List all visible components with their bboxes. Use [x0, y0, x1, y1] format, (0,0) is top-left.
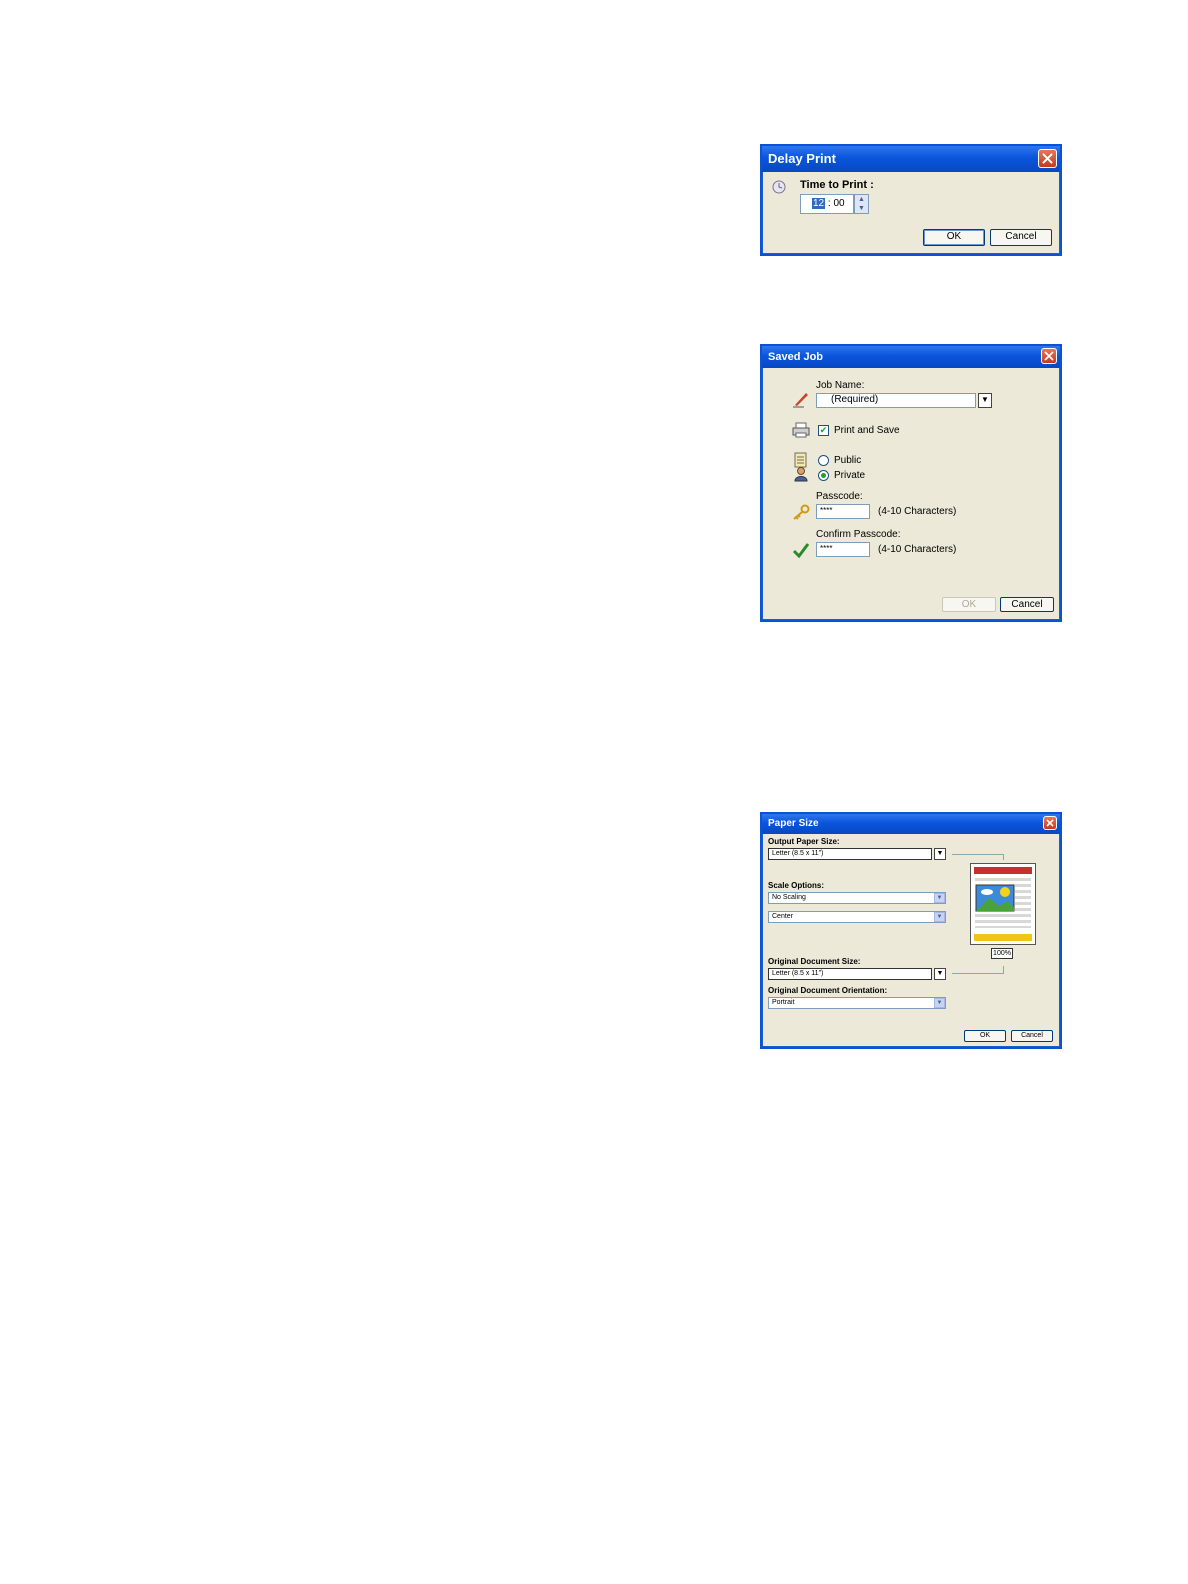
- paper-size-dialog: Paper Size Output Paper Size: Letter (8.…: [760, 812, 1062, 1049]
- time-to-print-label: Time to Print :: [800, 179, 874, 191]
- original-document-size-value: Letter (8.5 x 11"): [772, 970, 824, 977]
- passcode-hint: (4-10 Characters): [878, 506, 957, 517]
- public-label: Public: [834, 455, 862, 466]
- saved-job-title: Saved Job: [768, 351, 824, 363]
- private-label: Private: [834, 470, 866, 481]
- time-separator: :: [827, 198, 831, 209]
- clock-icon: [772, 180, 786, 194]
- page-preview: [970, 863, 1036, 945]
- scale-options-select[interactable]: No Scaling: [768, 892, 946, 904]
- scale-options-label: Scale Options:: [768, 881, 825, 890]
- spin-down-icon[interactable]: ▼: [855, 204, 868, 213]
- close-button[interactable]: [1043, 816, 1057, 830]
- delay-print-title: Delay Print: [768, 151, 836, 166]
- original-document-size-label: Original Document Size:: [768, 957, 861, 966]
- orientation-dropdown[interactable]: ▼: [934, 998, 945, 1008]
- passcode-input[interactable]: ****: [816, 504, 870, 519]
- public-radio[interactable]: [818, 455, 829, 466]
- hour-field[interactable]: 12: [812, 198, 826, 209]
- scale-options-value: No Scaling: [772, 894, 806, 901]
- saved-job-titlebar: Saved Job: [762, 346, 1060, 368]
- cancel-button[interactable]: Cancel: [990, 229, 1052, 246]
- key-icon: [792, 504, 810, 520]
- chevron-down-icon: ▼: [936, 1000, 943, 1006]
- original-document-size-select[interactable]: Letter (8.5 x 11"): [768, 968, 932, 980]
- position-value: Center: [772, 913, 794, 920]
- original-document-orientation-label: Original Document Orientation:: [768, 986, 888, 995]
- confirm-passcode-label: Confirm Passcode:: [816, 529, 901, 540]
- output-connector-line: [952, 854, 1004, 855]
- passcode-label: Passcode:: [816, 491, 863, 502]
- job-name-input[interactable]: (Required): [816, 393, 976, 408]
- zoom-value: 100%: [993, 950, 1011, 957]
- close-icon: [1044, 351, 1054, 361]
- close-button[interactable]: [1041, 348, 1057, 364]
- user-icon: [794, 466, 808, 482]
- delay-print-dialog: Delay Print Time to Print : 12 : 00 ▲ ▼ …: [760, 144, 1062, 256]
- close-button[interactable]: [1038, 149, 1057, 168]
- cancel-button[interactable]: Cancel: [1011, 1030, 1053, 1042]
- passcode-value: ****: [820, 506, 833, 515]
- orientation-select[interactable]: Portrait: [768, 997, 946, 1009]
- time-spinner[interactable]: ▲ ▼: [854, 194, 869, 214]
- position-select[interactable]: Center: [768, 911, 946, 923]
- output-paper-size-dropdown[interactable]: ▼: [934, 848, 946, 860]
- output-connector-tick: [1003, 854, 1004, 860]
- chevron-down-icon: ▼: [981, 395, 989, 404]
- cancel-button[interactable]: Cancel: [1000, 597, 1054, 612]
- pen-icon: [792, 390, 810, 408]
- ok-button[interactable]: OK: [923, 229, 985, 246]
- checkmark-icon: [792, 542, 810, 558]
- print-and-save-label: Print and Save: [834, 425, 900, 436]
- delay-print-titlebar: Delay Print: [762, 146, 1060, 172]
- preview-footer-bar: [974, 934, 1032, 941]
- job-name-label: Job Name:: [816, 380, 865, 391]
- close-icon: [1046, 819, 1054, 827]
- time-input[interactable]: 12 : 00: [800, 194, 854, 214]
- chevron-down-icon: ▼: [936, 914, 943, 920]
- original-connector-tick: [1003, 966, 1004, 973]
- close-icon: [1042, 153, 1053, 164]
- confirm-passcode-value: ****: [820, 544, 833, 553]
- original-connector-line: [952, 973, 1004, 974]
- saved-job-dialog: Saved Job Job Name: (Required) ▼ ✔ Print…: [760, 344, 1062, 622]
- minute-field[interactable]: 00: [833, 198, 844, 209]
- image-icon: [975, 884, 1015, 912]
- zoom-level: 100%: [991, 948, 1013, 959]
- private-radio[interactable]: [818, 470, 829, 481]
- spin-up-icon[interactable]: ▲: [855, 195, 868, 204]
- paper-size-titlebar: Paper Size: [762, 814, 1060, 834]
- job-name-dropdown[interactable]: ▼: [978, 393, 992, 408]
- output-paper-size-value: Letter (8.5 x 11"): [772, 850, 824, 857]
- paper-size-title: Paper Size: [768, 818, 819, 829]
- print-and-save-checkbox[interactable]: ✔: [818, 425, 829, 436]
- orientation-value: Portrait: [772, 999, 795, 1006]
- chevron-down-icon: ▼: [936, 850, 944, 857]
- preview-header-bar: [974, 867, 1032, 874]
- output-paper-size-label: Output Paper Size:: [768, 837, 840, 846]
- chevron-down-icon: ▼: [936, 970, 944, 977]
- position-dropdown[interactable]: ▼: [934, 912, 945, 922]
- scale-options-dropdown[interactable]: ▼: [934, 893, 945, 903]
- output-paper-size-select[interactable]: Letter (8.5 x 11"): [768, 848, 932, 860]
- confirm-passcode-input[interactable]: ****: [816, 542, 870, 557]
- confirm-passcode-hint: (4-10 Characters): [878, 544, 957, 555]
- job-name-value: (Required): [831, 394, 879, 405]
- chevron-down-icon: ▼: [936, 895, 943, 901]
- original-document-size-dropdown[interactable]: ▼: [934, 968, 946, 980]
- printer-icon: [792, 422, 810, 438]
- ok-button[interactable]: OK: [942, 597, 996, 612]
- ok-button[interactable]: OK: [964, 1030, 1006, 1042]
